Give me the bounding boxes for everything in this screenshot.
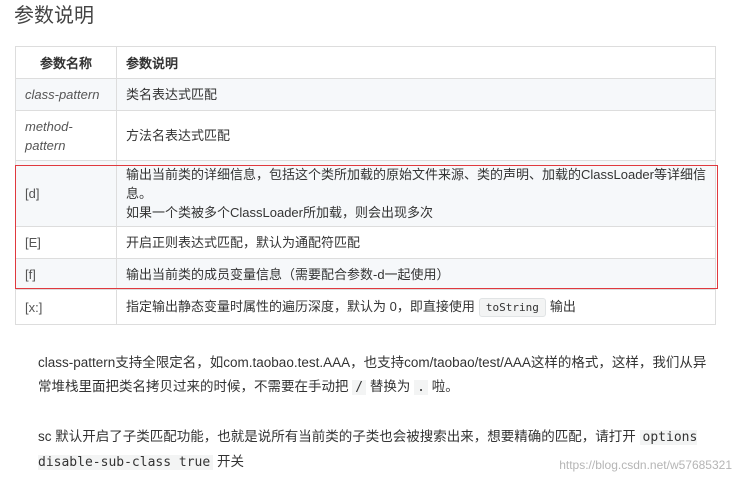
param-name: [d] [15, 160, 117, 227]
table-row: method- pattern 方法名表达式匹配 [15, 110, 716, 161]
table-header-row: 参数名称 参数说明 [15, 46, 716, 79]
param-desc-suffix: 输出 [549, 299, 576, 314]
params-table: 参数名称 参数说明 class-pattern 类名表达式匹配 method- … [15, 46, 716, 325]
param-name: [x:] [15, 289, 117, 325]
param-desc: 输出当前类的成员变量信息（需要配合参数-d一起使用） [116, 258, 716, 290]
paragraph-text: 开关 [216, 454, 244, 469]
param-desc: 方法名表达式匹配 [116, 110, 716, 161]
param-desc-line1: 输出当前类的详细信息，包括这个类所加载的原始文件来源、类的声明、加载的Class… [126, 167, 706, 201]
param-name: [f] [15, 258, 117, 290]
param-desc-line2: 如果一个类被多个ClassLoader所加载，则会出现多次 [126, 205, 433, 220]
inline-code: . [414, 380, 428, 395]
param-desc: 指定输出静态变量时属性的遍历深度，默认为 0，即直接使用 toString 输出 [116, 289, 716, 325]
inline-code: toString [478, 298, 546, 317]
table-row: [E] 开启正则表达式匹配，默认为通配符匹配 [15, 226, 716, 259]
paragraph-text: 替换为 [369, 379, 411, 394]
param-desc-text: 指定输出静态变量时属性的遍历深度，默认为 0，即直接使用 [126, 299, 475, 314]
param-name: [E] [15, 226, 117, 259]
param-name: method- pattern [15, 110, 117, 161]
param-desc: 开启正则表达式匹配，默认为通配符匹配 [116, 226, 716, 259]
table-row: class-pattern 类名表达式匹配 [15, 78, 716, 111]
paragraph-text: sc 默认开启了子类匹配功能，也就是说所有当前类的子类也会被搜索出来，想要精确的… [38, 429, 636, 444]
table-row: [f] 输出当前类的成员变量信息（需要配合参数-d一起使用） [15, 258, 716, 290]
header-param-desc: 参数说明 [116, 46, 716, 79]
header-param-name: 参数名称 [15, 46, 117, 79]
param-desc: 类名表达式匹配 [116, 78, 716, 111]
paragraph-class-pattern: class-pattern支持全限定名，如com.taobao.test.AAA… [38, 351, 718, 400]
inline-code: / [352, 380, 367, 395]
paragraph-text: 啦。 [431, 379, 459, 394]
watermark-text: https://blog.csdn.net/w57685321 [559, 458, 732, 472]
page-title: 参数说明 [14, 5, 94, 27]
table-row: [d] 输出当前类的详细信息，包括这个类所加载的原始文件来源、类的声明、加载的C… [15, 160, 716, 227]
table-row: [x:] 指定输出静态变量时属性的遍历深度，默认为 0，即直接使用 toStrin… [15, 289, 716, 325]
param-desc: 输出当前类的详细信息，包括这个类所加载的原始文件来源、类的声明、加载的Class… [116, 160, 716, 227]
param-name: class-pattern [15, 78, 117, 111]
